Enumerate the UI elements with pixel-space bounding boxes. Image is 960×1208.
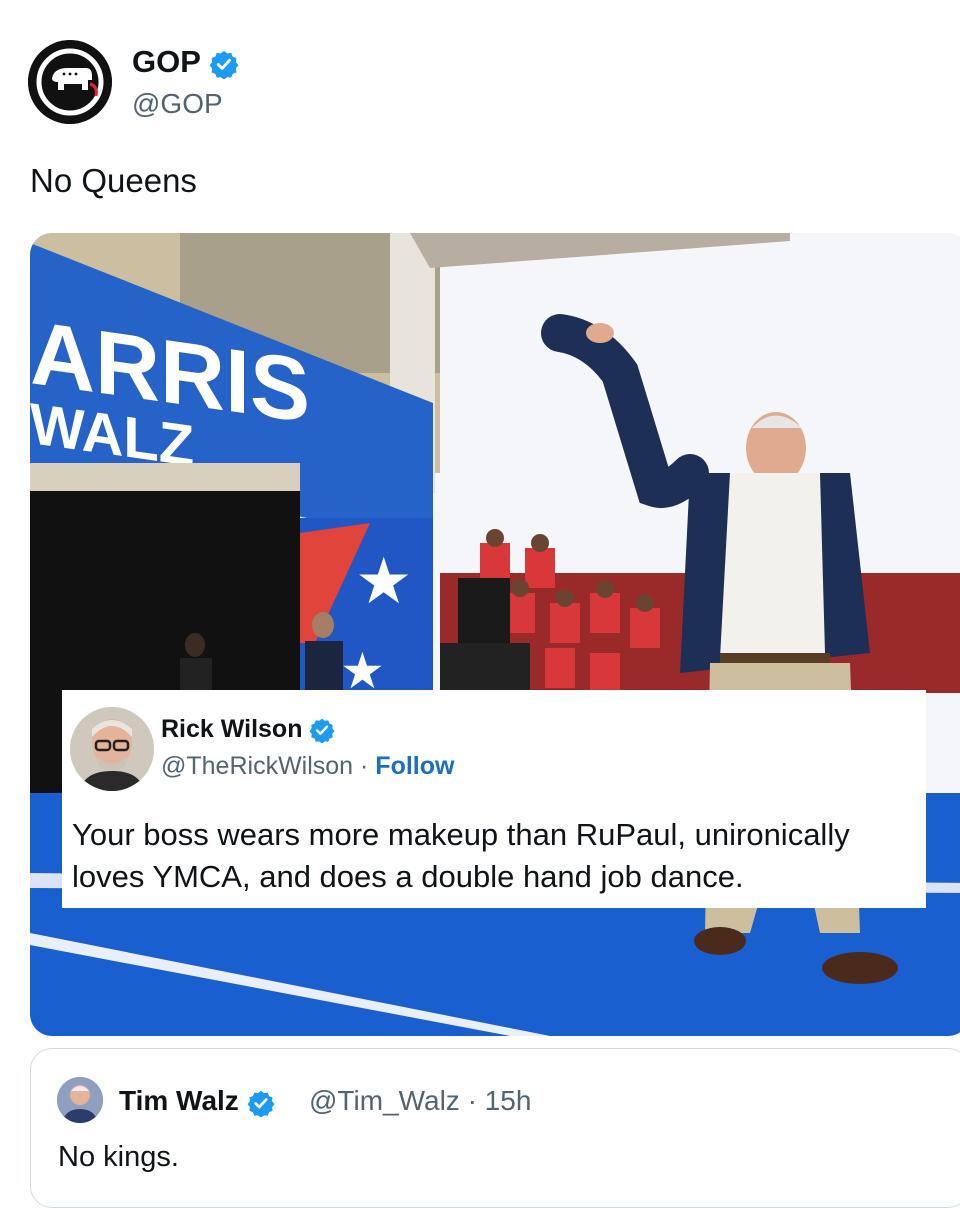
quoted-author-name[interactable]: Tim Walz xyxy=(119,1085,275,1117)
svg-text:★: ★ xyxy=(355,545,412,617)
gop-elephant-logo xyxy=(28,40,112,124)
rick-wilson-avatar[interactable] xyxy=(70,707,154,791)
rick-wilson-portrait xyxy=(70,707,154,791)
handle-separator: · xyxy=(353,752,376,780)
overlay-tweet-text: Your boss wears more makeup than RuPaul,… xyxy=(72,817,850,894)
author-name-text[interactable]: GOP xyxy=(132,44,200,79)
overlay-author-name[interactable]: Rick Wilson xyxy=(161,715,335,744)
overlay-author-name-text[interactable]: Rick Wilson xyxy=(161,715,302,743)
quoted-author-handle[interactable]: @Tim_Walz · 15h xyxy=(309,1085,531,1117)
verified-badge-icon xyxy=(309,719,335,744)
tim-walz-avatar[interactable] xyxy=(57,1077,103,1123)
overlay-author-handle-row: @TheRickWilson · Follow xyxy=(161,752,454,781)
verified-badge-icon xyxy=(209,50,239,79)
author-handle[interactable]: @GOP xyxy=(132,88,223,120)
tweet-text: No Queens xyxy=(30,162,197,199)
author-name[interactable]: GOP xyxy=(132,44,239,80)
gop-avatar[interactable] xyxy=(28,40,112,124)
verified-badge-icon xyxy=(247,1090,274,1117)
tim-walz-portrait xyxy=(57,1077,103,1123)
quoted-tweet[interactable]: Tim Walz @Tim_Walz · 15h No kings. xyxy=(30,1048,960,1208)
rally-photo: ARRIS WALZ ★ ★ xyxy=(30,233,960,1036)
follow-button[interactable]: Follow xyxy=(375,752,454,780)
quoted-author-name-text[interactable]: Tim Walz xyxy=(119,1085,239,1116)
overlay-tweet-card[interactable]: Rick Wilson @TheRickWilson · Follow Your… xyxy=(62,690,926,908)
tweet-media-image[interactable]: ARRIS WALZ ★ ★ xyxy=(30,233,960,1036)
quoted-tweet-text: No kings. xyxy=(58,1141,179,1173)
overlay-author-handle[interactable]: @TheRickWilson xyxy=(161,752,353,780)
